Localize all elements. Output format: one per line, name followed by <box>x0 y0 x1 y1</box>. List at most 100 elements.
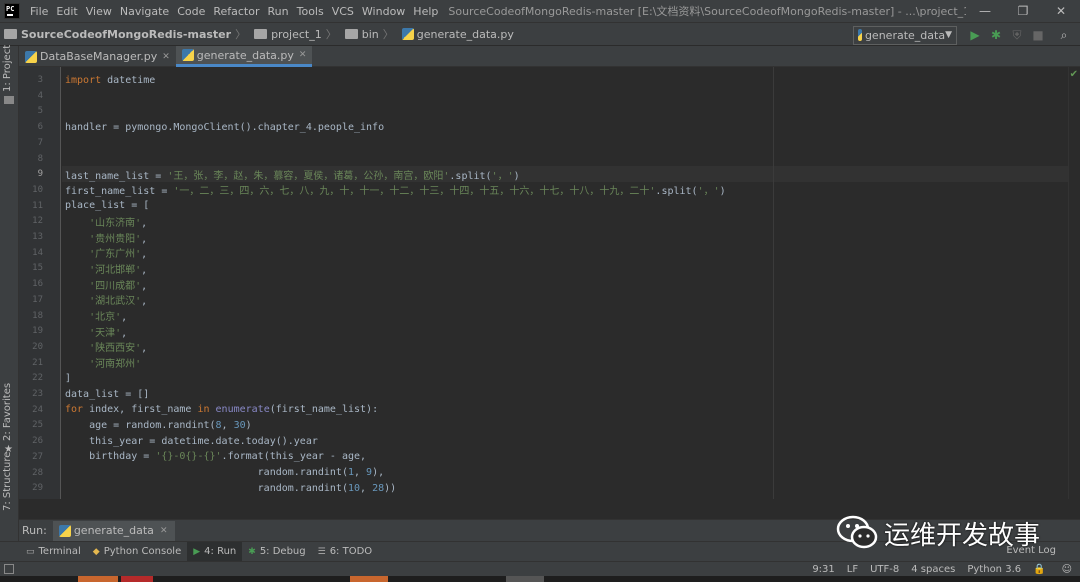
line-number: 6 <box>37 122 43 133</box>
editor-scrollbar[interactable]: ✔ <box>1068 67 1080 499</box>
line-number: 26 <box>32 436 43 447</box>
coverage-icon[interactable]: ⛨ <box>1007 25 1027 45</box>
taskbar-app[interactable] <box>506 576 544 582</box>
navigation-bar: SourceCodeofMongoRedis-master 〉 project_… <box>0 22 1080 46</box>
debug-icon[interactable]: ✱ <box>986 25 1006 45</box>
tool-python-console[interactable]: ◆ Python Console <box>87 542 187 562</box>
tool-terminal[interactable]: ▭ Terminal <box>20 542 87 562</box>
python-file-icon <box>25 50 37 63</box>
run-config-select[interactable]: generate_data ▼ <box>853 25 957 45</box>
code-token: '贵州贵阳' <box>89 233 142 245</box>
tool-label: Python Console <box>103 546 182 557</box>
project-tool-tab[interactable]: 1: Project <box>2 45 13 92</box>
menu-tools[interactable]: Tools <box>293 5 328 18</box>
notification-icon[interactable]: ☺ <box>1062 564 1072 575</box>
code-token: '广东广州' <box>89 249 142 261</box>
favorites-tool-tab[interactable]: 2: Favorites <box>2 383 13 441</box>
run-tab-generate-data[interactable]: generate_data ✕ <box>52 520 176 541</box>
line-number: 25 <box>32 420 43 431</box>
tool-debug[interactable]: ✱ 5: Debug <box>242 542 311 562</box>
menu-window[interactable]: Window <box>358 5 409 18</box>
indent-setting[interactable]: 4 spaces <box>911 564 955 575</box>
code-text: '河南郑州' <box>65 355 141 370</box>
folder-icon <box>254 29 268 39</box>
taskbar-app[interactable] <box>121 576 153 582</box>
left-tool-strip: 1: Project 2: Favorites ★ 7: Structure <box>0 45 19 556</box>
breadcrumb-bin[interactable]: bin <box>362 28 379 41</box>
folder-icon <box>4 29 17 39</box>
taskbar-app[interactable] <box>350 576 388 582</box>
stop-icon[interactable]: ■ <box>1028 25 1048 45</box>
search-icon[interactable]: ⌕ <box>1054 25 1074 45</box>
code-token: 30 <box>233 419 246 431</box>
tab-databasemanager[interactable]: DataBaseManager.py ✕ <box>19 46 176 67</box>
menu-help[interactable]: Help <box>409 5 442 18</box>
code-text: handler = pymongo.MongoClient().chapter_… <box>65 122 384 133</box>
inspection-ok-icon: ✔ <box>1069 69 1078 80</box>
code-token: '四川成都' <box>89 280 142 292</box>
code-token: , <box>141 280 148 292</box>
watermark: 运维开发故事 <box>836 514 1040 552</box>
code-text: ] <box>65 373 71 384</box>
window-controls: — ❐ ✕ <box>966 0 1080 22</box>
restore-button[interactable]: ❐ <box>1004 0 1042 22</box>
menu-refactor[interactable]: Refactor <box>209 5 263 18</box>
code-text: birthday = '{}-0{}-{}'.format(this_year … <box>65 451 366 462</box>
caret-position[interactable]: 9:31 <box>812 564 834 575</box>
line-number: 9 <box>37 169 43 180</box>
menu-view[interactable]: View <box>82 5 116 18</box>
code-token: .split( <box>449 170 492 182</box>
editor-tabs: DataBaseManager.py ✕ generate_data.py ✕ <box>19 46 1080 67</box>
code-editor[interactable]: import datetime handler = pymongo.MongoCl… <box>19 67 1080 499</box>
folder-icon <box>344 29 358 39</box>
code-token: , <box>141 343 148 355</box>
line-number: 7 <box>37 137 43 148</box>
line-number: 4 <box>37 90 43 101</box>
code-token: '河南郑州' <box>89 359 142 371</box>
code-token: enumerate <box>215 404 270 416</box>
code-token: place_list = [ <box>65 200 150 212</box>
code-token: .split( <box>655 186 698 198</box>
close-icon[interactable]: ✕ <box>299 50 307 60</box>
tool-run[interactable]: ▶ 4: Run <box>187 541 243 562</box>
menu-edit[interactable]: Edit <box>52 5 81 18</box>
close-window-button[interactable]: ✕ <box>1042 0 1080 22</box>
code-token: data_list = [] <box>65 388 150 400</box>
code-token: , <box>141 296 148 308</box>
run-icon[interactable]: ▶ <box>965 25 985 45</box>
tab-label: generate_data.py <box>196 48 294 62</box>
menu-run[interactable]: Run <box>264 5 293 18</box>
line-number: 29 <box>32 483 43 494</box>
menu-code[interactable]: Code <box>173 5 209 18</box>
chevron-right-icon: 〉 <box>325 28 337 41</box>
lock-icon[interactable]: 🔒 <box>1033 564 1045 575</box>
tab-generate-data[interactable]: generate_data.py ✕ <box>175 46 313 67</box>
menu-navigate[interactable]: Navigate <box>116 5 173 18</box>
file-encoding[interactable]: UTF-8 <box>870 564 899 575</box>
python-interpreter[interactable]: Python 3.6 <box>967 564 1021 575</box>
close-icon[interactable]: ✕ <box>162 52 170 62</box>
menu-vcs[interactable]: VCS <box>328 5 358 18</box>
taskbar-app[interactable] <box>78 576 118 582</box>
line-separator[interactable]: LF <box>847 564 858 575</box>
chevron-right-icon: 〉 <box>382 28 394 41</box>
breadcrumb-project[interactable]: SourceCodeofMongoRedis-master <box>21 28 231 41</box>
close-icon[interactable]: ✕ <box>160 526 168 536</box>
breadcrumb-file[interactable]: generate_data.py <box>417 28 514 41</box>
toggle-tool-windows-icon[interactable] <box>4 564 14 574</box>
tool-label: Terminal <box>38 546 81 557</box>
menu-file[interactable]: File <box>26 5 52 18</box>
minimize-button[interactable]: — <box>966 0 1004 22</box>
tool-todo[interactable]: ☰ 6: TODO <box>312 542 379 562</box>
code-token: '北京' <box>89 312 122 323</box>
code-token: in <box>197 404 210 416</box>
line-number: 11 <box>32 200 43 211</box>
code-area[interactable]: import datetime handler = pymongo.MongoCl… <box>62 67 1080 499</box>
structure-tool-tab[interactable]: 7: Structure <box>2 452 13 511</box>
breadcrumb-project-1[interactable]: project_1 <box>271 28 322 41</box>
run-icon: ▶ <box>193 546 201 557</box>
code-text: '广东广州', <box>65 245 147 260</box>
python-file-icon <box>181 49 194 61</box>
